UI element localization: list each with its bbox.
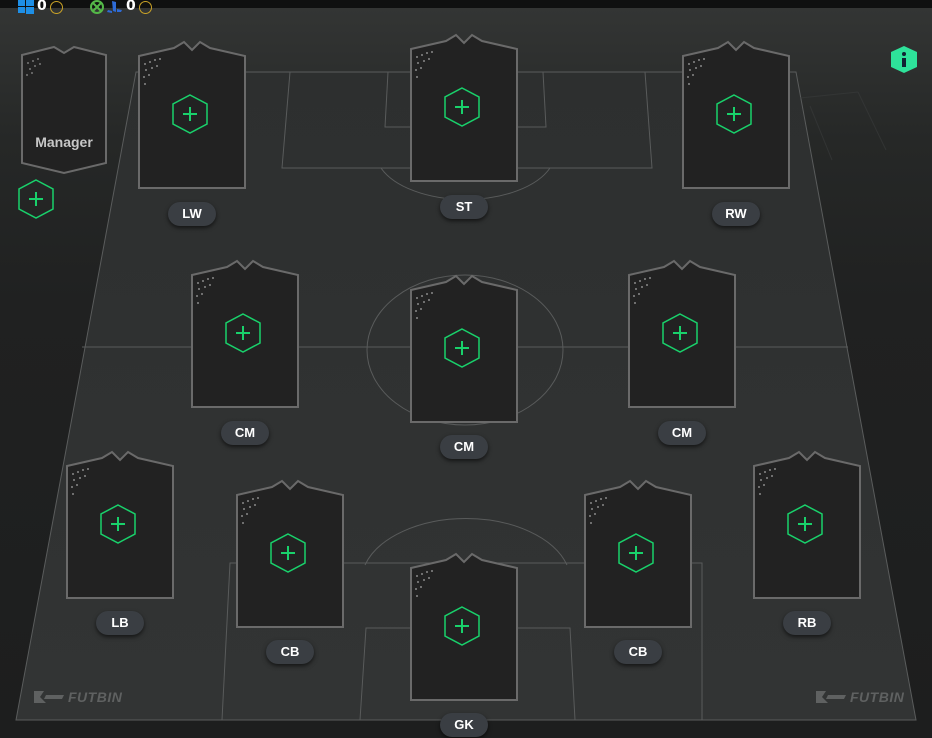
position-label-cb-right: CB bbox=[614, 640, 662, 664]
add-icon bbox=[787, 504, 823, 544]
pc-coin-amount: 0 bbox=[37, 0, 47, 14]
xbox-icon bbox=[90, 0, 104, 14]
player-slot-gk[interactable] bbox=[408, 552, 520, 704]
playstation-icon bbox=[107, 1, 122, 13]
coin-icon bbox=[138, 0, 152, 14]
player-slot-rb[interactable] bbox=[751, 450, 863, 602]
position-label-cm-left: CM bbox=[221, 421, 269, 445]
position-label-cm-right: CM bbox=[658, 421, 706, 445]
position-label-lw: LW bbox=[168, 202, 216, 226]
coin-icon bbox=[49, 0, 63, 14]
position-label-rw: RW bbox=[712, 202, 760, 226]
player-slot-cb-left[interactable] bbox=[234, 479, 346, 631]
player-slot-cm-center[interactable] bbox=[408, 274, 520, 426]
player-slot-lw[interactable] bbox=[136, 40, 248, 192]
add-icon bbox=[444, 606, 480, 646]
manager-label: Manager bbox=[35, 134, 93, 150]
manager-card bbox=[21, 45, 107, 175]
info-icon bbox=[891, 46, 917, 73]
player-slot-st[interactable] bbox=[408, 33, 520, 185]
futbin-mark-icon bbox=[816, 691, 846, 703]
player-slot-lb[interactable] bbox=[64, 450, 176, 602]
windows-icon bbox=[18, 0, 34, 14]
position-label-gk: GK bbox=[440, 713, 488, 737]
console-coins: 0 bbox=[90, 0, 152, 20]
player-slot-rw[interactable] bbox=[680, 40, 792, 192]
futbin-logo-right: FUTBIN bbox=[814, 686, 904, 708]
info-button[interactable] bbox=[891, 46, 917, 73]
futbin-mark-icon bbox=[34, 691, 64, 703]
player-slot-cb-right[interactable] bbox=[582, 479, 694, 631]
add-icon bbox=[662, 313, 698, 353]
pc-coins: 0 bbox=[18, 0, 63, 20]
add-icon bbox=[618, 533, 654, 573]
futbin-logo-left: FUTBIN bbox=[32, 686, 122, 708]
position-label-cb-left: CB bbox=[266, 640, 314, 664]
futbin-logo-text: FUTBIN bbox=[68, 689, 123, 705]
add-icon bbox=[270, 533, 306, 573]
position-label-lb: LB bbox=[96, 611, 144, 635]
position-label-cm-center: CM bbox=[440, 435, 488, 459]
futbin-logo-text: FUTBIN bbox=[850, 689, 905, 705]
manager-slot[interactable]: Manager bbox=[18, 45, 110, 219]
console-coin-amount: 0 bbox=[126, 0, 136, 14]
position-label-st: ST bbox=[440, 195, 488, 219]
add-icon bbox=[172, 94, 208, 134]
add-icon bbox=[100, 504, 136, 544]
add-icon bbox=[444, 87, 480, 127]
player-slot-cm-right[interactable] bbox=[626, 259, 738, 411]
add-icon bbox=[444, 328, 480, 368]
player-slot-cm-left[interactable] bbox=[189, 259, 301, 411]
add-icon bbox=[18, 179, 54, 219]
add-icon bbox=[716, 94, 752, 134]
add-icon bbox=[225, 313, 261, 353]
position-label-rb: RB bbox=[783, 611, 831, 635]
